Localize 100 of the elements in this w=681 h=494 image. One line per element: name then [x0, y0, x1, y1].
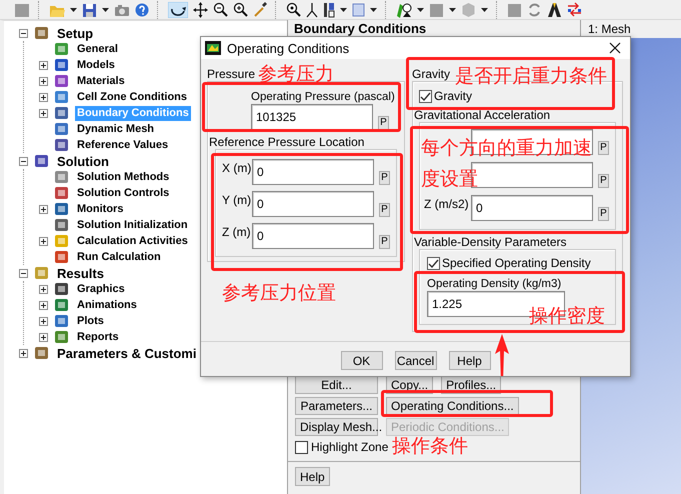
tree-item[interactable]: Solution [55, 154, 111, 168]
tree-item[interactable]: Solution Controls [75, 186, 172, 200]
checkbox-label: Highlight Zone [311, 440, 388, 454]
tree-item[interactable]: Graphics [75, 282, 127, 296]
p-button[interactable]: P [379, 203, 390, 217]
p-button[interactable]: P [379, 171, 390, 185]
expand-icon[interactable] [39, 284, 48, 294]
dialog-button[interactable]: OK [340, 351, 382, 370]
tree-item[interactable]: Models [75, 58, 117, 72]
tree-item[interactable]: Calculation Activities [75, 234, 190, 248]
tree-item[interactable]: Reports [75, 330, 121, 344]
annotation-note: 操作条件 [392, 434, 468, 458]
zoom-in-icon[interactable] [233, 2, 248, 18]
tree-item[interactable]: Solution Methods [75, 170, 172, 184]
p-button[interactable]: P [598, 207, 609, 221]
input-field[interactable]: 0 [252, 223, 374, 249]
help-icon[interactable] [135, 2, 149, 18]
tree-item[interactable]: Parameters & Customi [55, 346, 198, 360]
tree-node-icon [54, 185, 70, 201]
wedge-icon[interactable] [547, 2, 562, 18]
field-label: Z (m) [222, 224, 252, 239]
eyedropper-icon[interactable] [253, 2, 267, 18]
collapse-icon[interactable] [19, 28, 28, 38]
zoom-icon[interactable] [286, 2, 301, 18]
layout-icon[interactable] [323, 2, 335, 18]
expand-icon[interactable] [39, 316, 48, 326]
tree-item[interactable]: Solution Initialization [75, 218, 190, 232]
expand-icon[interactable] [39, 60, 48, 70]
tree-item[interactable]: Monitors [75, 202, 126, 216]
save-icon[interactable] [82, 2, 97, 18]
field-label: Operating Pressure (pascal) [251, 90, 395, 104]
tree-item[interactable]: Run Calculation [75, 250, 163, 264]
group-label: Reference Pressure Location [209, 135, 364, 149]
checkbox[interactable] [427, 256, 440, 270]
checkbox[interactable] [419, 90, 432, 102]
panel-button[interactable]: Edit... [295, 376, 378, 394]
dialog-button[interactable]: Help [448, 351, 490, 370]
tree-node-icon [54, 105, 70, 121]
collapse-icon[interactable] [19, 268, 28, 278]
expand-icon[interactable] [39, 204, 48, 214]
tree-item[interactable]: Results [55, 266, 106, 280]
annotation-note: 参考压力位置 [222, 281, 336, 305]
p-button[interactable]: P [598, 174, 609, 188]
panel-button[interactable]: Parameters... [295, 397, 378, 415]
tree-item[interactable]: Animations [75, 298, 139, 312]
input-field[interactable]: 0 [252, 191, 374, 217]
figure-icon[interactable] [396, 2, 412, 18]
expand-icon[interactable] [39, 332, 48, 342]
annotation-note: 参考压力 [258, 62, 334, 86]
dialog-title: Operating Conditions [227, 40, 350, 56]
p-button[interactable]: P [379, 235, 390, 249]
tree-item[interactable]: Reference Values [75, 138, 170, 152]
collapse-icon[interactable] [19, 156, 28, 166]
rotate-icon[interactable] [168, 2, 188, 18]
tree-node-icon [54, 57, 70, 73]
tree-item[interactable]: Plots [75, 314, 106, 328]
p-button[interactable]: P [378, 116, 389, 130]
expand-icon[interactable] [39, 300, 48, 310]
checkbox-label: Specified Operating Density [442, 256, 591, 270]
swap-icon[interactable] [567, 2, 582, 18]
axes-icon[interactable] [306, 2, 318, 18]
tree-item[interactable]: Dynamic Mesh [75, 122, 156, 136]
zoom-icon[interactable] [213, 2, 228, 18]
tree-node-icon [34, 153, 50, 169]
tree-node-icon [54, 249, 70, 265]
input-field[interactable]: 0 [471, 195, 593, 221]
panel-button[interactable]: Operating Conditions... [386, 397, 519, 415]
tree-node-icon [54, 217, 70, 233]
tree-node-icon [54, 89, 70, 105]
expand-icon[interactable] [39, 236, 48, 246]
expand-icon[interactable] [39, 76, 48, 86]
tree-node-icon [54, 73, 70, 89]
tree-node-icon [54, 169, 70, 185]
expand-icon[interactable] [19, 348, 28, 358]
help-button[interactable]: Help [295, 467, 330, 486]
tree-node-icon [54, 233, 70, 249]
tree-item[interactable]: Cell Zone Conditions [75, 90, 189, 104]
field-label: Z (m/s2) [424, 196, 470, 211]
expand-icon[interactable] [39, 92, 48, 102]
refresh-icon[interactable] [527, 2, 542, 18]
input-field[interactable]: 101325 [251, 104, 373, 130]
group-label: Variable-Density Parameters [414, 235, 567, 249]
checkbox[interactable] [295, 440, 308, 454]
tree-node-icon [54, 313, 70, 329]
tree-node-icon [54, 281, 70, 297]
move-icon[interactable] [193, 2, 208, 18]
tree-node-icon [54, 137, 70, 153]
input-field[interactable]: 0 [252, 159, 374, 185]
tree-item[interactable]: Setup [55, 26, 96, 40]
tree-item[interactable]: General [75, 42, 120, 56]
tree-node-icon [34, 345, 50, 361]
tree-item[interactable]: Materials [75, 74, 127, 88]
expand-icon[interactable] [39, 108, 48, 118]
tree-node-icon [54, 121, 70, 137]
p-button[interactable]: P [598, 141, 609, 155]
field-label: X (m) [222, 160, 252, 175]
dialog-button[interactable]: Cancel [394, 351, 436, 370]
tree-node-icon [54, 329, 70, 345]
close-icon[interactable] [609, 42, 621, 54]
gradient-icon[interactable] [352, 2, 365, 18]
